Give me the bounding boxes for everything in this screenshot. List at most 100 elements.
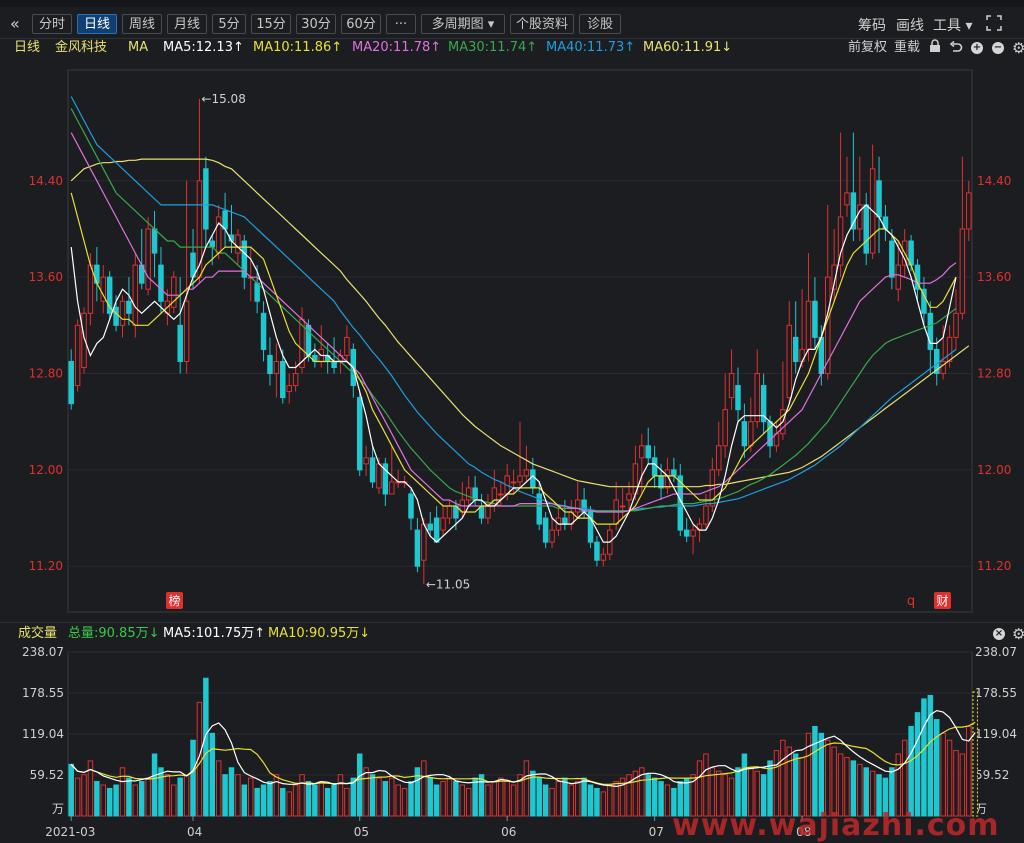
more-button[interactable]: ···: [386, 14, 416, 34]
candle: [87, 264, 94, 314]
volume-bar: [395, 784, 401, 817]
candle: [574, 499, 581, 513]
volume-bar: [273, 774, 280, 817]
volume-bar: [485, 784, 491, 817]
chip-distribution-button[interactable]: 筹码: [858, 15, 886, 35]
volume-bar: [183, 774, 190, 817]
candle: [562, 517, 568, 525]
stock-name: 金风科技: [55, 40, 108, 55]
tab-weekly[interactable]: 周线: [122, 14, 162, 34]
volume-bar: [651, 777, 658, 817]
volume-bar: [209, 732, 215, 817]
volume-unit-left: 万: [52, 802, 64, 816]
date-label: 07: [649, 825, 664, 839]
volume-bar: [164, 774, 171, 817]
candle: [863, 204, 869, 254]
candle: [549, 529, 555, 543]
collapse-icon[interactable]: «: [10, 14, 20, 33]
volume-bar: [222, 774, 228, 817]
candle: [235, 234, 241, 254]
volume-bar: [433, 784, 440, 817]
candle: [786, 324, 793, 399]
volume-bar: [895, 753, 902, 817]
volume-bar: [177, 777, 183, 817]
date-label: 2021-03: [45, 825, 95, 839]
lock-icon[interactable]: [929, 39, 941, 60]
volume-bar: [966, 725, 972, 817]
volume-settings-icon[interactable]: ⚙: [1012, 623, 1024, 645]
candle: [645, 445, 651, 459]
top-strip: [0, 0, 1024, 7]
candle: [222, 210, 228, 230]
toolbar: « 分时 日线 周线 月线 5分 15分 30分 60分 ··· 多周期图 ▾ 个股资料 诊股 筹码 …: [0, 0, 1024, 39]
candle: [145, 228, 151, 290]
volume-bar: [658, 781, 664, 817]
candle: [594, 541, 600, 561]
candle: [113, 306, 119, 326]
candle: [132, 264, 139, 326]
candle: [254, 282, 260, 302]
tab-monthly[interactable]: 月线: [167, 14, 207, 34]
volume-bar: [440, 781, 446, 817]
candle: [889, 240, 895, 278]
volume-bar: [132, 784, 139, 817]
y-tick-right: 13.60: [977, 270, 1011, 284]
diagnosis-button[interactable]: 诊股: [579, 14, 621, 34]
volume-bar: [645, 774, 651, 817]
candle: [68, 360, 74, 405]
tab-60min[interactable]: 60分: [341, 14, 381, 34]
volume-bar: [145, 777, 151, 817]
settings-icon[interactable]: ⚙: [1012, 38, 1024, 58]
volume-bar: [74, 777, 81, 817]
tab-daily[interactable]: 日线: [77, 14, 117, 34]
candle: [805, 300, 812, 350]
volume-bar: [299, 774, 305, 817]
tab-15min[interactable]: 15分: [251, 14, 291, 34]
candle: [792, 336, 799, 362]
reload-button[interactable]: 重载: [894, 38, 920, 58]
expand-icon[interactable]: [986, 15, 1002, 31]
price-chart[interactable]: 14.40 14.40 13.60 13.60 12.80 12.80 12.00 12.00…: [0, 58, 1024, 622]
volume-bar: [126, 777, 132, 817]
volume-bar: [427, 777, 433, 817]
volume-bar: [510, 784, 517, 817]
volume-bar: [312, 784, 318, 817]
tab-5min[interactable]: 5分: [212, 14, 246, 34]
ma-legend: 日线 金风科技 MA MA5:12.13↑ MA10:11.86↑ MA20:1…: [0, 38, 1024, 58]
ma-label[interactable]: MA: [128, 38, 148, 58]
ma5-value: MA5:12.13↑: [163, 40, 244, 55]
volume-bar: [972, 691, 978, 817]
volume-bar: [478, 774, 485, 817]
adjust-button[interactable]: 前复权: [848, 38, 887, 58]
candle: [876, 180, 882, 218]
candle: [735, 385, 741, 411]
volume-bar: [106, 787, 113, 817]
volume-bar: [260, 784, 267, 817]
volume-bar: [491, 781, 498, 817]
volume-bar: [382, 781, 389, 817]
candle: [716, 445, 722, 471]
candle: [446, 505, 453, 519]
tab-30min[interactable]: 30分: [296, 14, 336, 34]
tab-minute[interactable]: 分时: [32, 14, 72, 34]
candle: [683, 529, 690, 537]
zoom-out-icon[interactable]: −: [992, 42, 1004, 54]
candle: [427, 523, 433, 531]
candle: [94, 264, 100, 284]
stock-info-button[interactable]: 个股资料: [510, 14, 574, 34]
close-volume-icon[interactable]: ×: [993, 628, 1005, 640]
zoom-in-icon[interactable]: +: [971, 42, 983, 54]
multi-period-button[interactable]: 多周期图 ▾: [421, 14, 505, 34]
candle: [754, 373, 760, 423]
candle: [523, 469, 530, 477]
candle: [728, 373, 735, 399]
tools-menu-button[interactable]: 工具 ▾: [933, 15, 972, 35]
y-tick-left: 12.80: [29, 367, 63, 381]
draw-line-button[interactable]: 画线: [896, 15, 924, 35]
volume-bar: [581, 777, 587, 817]
ma10-value: MA10:11.86↑: [253, 40, 343, 55]
date-label: 06: [501, 825, 516, 839]
volume-bar: [119, 767, 126, 817]
low-annotation: ←11.05: [426, 577, 470, 591]
candle: [286, 385, 292, 393]
